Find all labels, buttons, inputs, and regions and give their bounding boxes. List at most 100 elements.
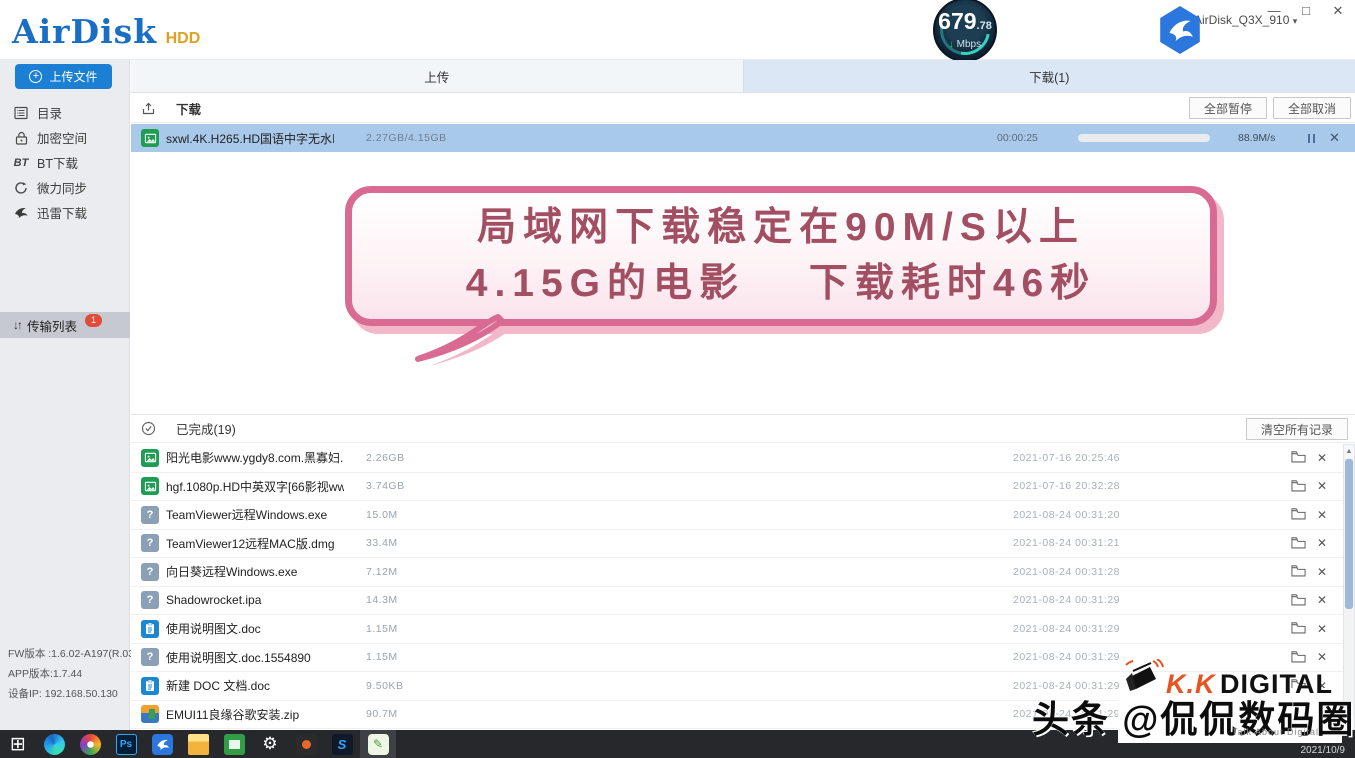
minimize-button[interactable]: — [1265, 2, 1283, 20]
sidebar-item-label: 迅雷下载 [37, 203, 87, 222]
plus-icon: + [29, 70, 42, 83]
cancel-download-icon[interactable]: ✕ [1329, 130, 1340, 146]
open-folder-icon[interactable] [1291, 593, 1306, 611]
completed-row[interactable]: 阳光电影www.ygdy8.com.黑寡妇.2021.... 2.26GB 20… [131, 444, 1355, 473]
sharex-app-icon[interactable]: S [332, 734, 353, 755]
file-explorer-icon[interactable] [188, 734, 209, 755]
taskbar-slot [144, 730, 180, 758]
completed-section-title: 已完成(19) [176, 419, 236, 438]
upload-file-button[interactable]: + 上传文件 [15, 64, 112, 89]
down-arrow-icon: ↓ [949, 39, 954, 50]
taskbar-slot [180, 730, 216, 758]
sidebar-item-4[interactable]: 迅雷下载 [0, 200, 130, 225]
completed-row[interactable]: 使用说明图文.doc 1.15M 2021-08-24 00:31:29 ✕ [131, 615, 1355, 644]
active-download-row[interactable]: sxwl.4K.H265.HD国语中字无水印[66影... 2.27GB/4.1… [131, 124, 1355, 152]
check-circle-icon [141, 421, 156, 436]
scrollbar-thumb[interactable] [1345, 459, 1353, 609]
open-folder-icon[interactable] [1291, 564, 1306, 582]
app-logo: AirDisk HDD [12, 12, 200, 51]
open-folder-icon[interactable] [1291, 507, 1306, 525]
chrome-browser-icon[interactable] [80, 734, 101, 755]
notes-app-icon[interactable]: ✎ [368, 734, 389, 755]
sidebar-item-label: 加密空间 [37, 128, 87, 147]
delete-record-icon[interactable]: ✕ [1317, 593, 1327, 607]
sync-icon [13, 181, 29, 195]
sidebar-item-label: 微力同步 [37, 178, 87, 197]
completed-row[interactable]: ? Shadowrocket.ipa 14.3M 2021-08-24 00:3… [131, 587, 1355, 616]
completed-row[interactable]: ? 向日葵远程Windows.exe 7.12M 2021-08-24 00:3… [131, 558, 1355, 587]
doc-file-icon [141, 620, 159, 638]
file-size: 14.3M [366, 594, 398, 606]
photoshop-icon[interactable]: Ps [116, 734, 137, 755]
video-file-icon [141, 449, 159, 467]
main-panel: 上传 下载(1) 下载 全部暂停 全部取消 sxwl.4K.H265.HD国语中… [131, 60, 1355, 730]
maximize-button[interactable]: □ [1297, 2, 1315, 20]
delete-record-icon[interactable]: ✕ [1317, 536, 1327, 550]
file-name: Shadowrocket.ipa [166, 593, 344, 607]
sidebar-item-label: 传输列表 [27, 316, 77, 335]
open-folder-icon[interactable] [1291, 450, 1306, 468]
file-name: EMUI11良缘谷歌安装.zip [166, 706, 344, 723]
download-section-icon [141, 101, 156, 116]
file-timestamp: 2021-07-16 20:25:46 [1013, 452, 1120, 464]
file-size: 33.4M [366, 537, 398, 549]
start-button[interactable]: ⊞ [8, 734, 29, 755]
open-folder-icon[interactable] [1291, 479, 1306, 497]
close-button[interactable]: ✕ [1329, 2, 1347, 20]
unknown-file-icon: ? [141, 506, 159, 524]
delete-record-icon[interactable]: ✕ [1317, 451, 1327, 465]
sidebar-menu: 目录 加密空间 BT BT下载 微力同步 迅雷下载 [0, 100, 130, 225]
green-app-icon[interactable] [224, 734, 245, 755]
download-section-header: 下载 全部暂停 全部取消 [131, 94, 1355, 123]
sidebar-item-3[interactable]: 微力同步 [0, 175, 130, 200]
completed-section-header: 已完成(19) 清空所有记录 [131, 414, 1355, 443]
scroll-up-icon[interactable]: ▲ [1344, 445, 1354, 458]
cancel-all-button[interactable]: 全部取消 [1273, 97, 1351, 119]
sidebar-item-0[interactable]: 目录 [0, 100, 130, 125]
sidebar-item-2[interactable]: BT BT下载 [0, 150, 130, 175]
file-size: 1.15M [366, 651, 398, 663]
delete-record-icon[interactable]: ✕ [1317, 622, 1327, 636]
directory-icon [13, 106, 29, 120]
tab-upload[interactable]: 上传 [131, 60, 744, 92]
file-size: 90.7M [366, 708, 398, 720]
edge-browser-icon[interactable] [44, 734, 65, 755]
logo-suffix: HDD [166, 30, 201, 47]
download-progress-bar [1078, 134, 1210, 142]
file-name: 向日葵远程Windows.exe [166, 563, 344, 580]
media-app-icon[interactable] [296, 734, 317, 755]
clear-all-records-button[interactable]: 清空所有记录 [1246, 418, 1348, 440]
download-section-title: 下载 [176, 99, 201, 118]
pause-icon[interactable] [1308, 134, 1315, 143]
delete-record-icon[interactable]: ✕ [1317, 508, 1327, 522]
sidebar: + 上传文件 目录 加密空间 BT BT下载 微力同步 迅雷下载 ↓↑ 传输列表… [0, 60, 130, 730]
file-size: 3.74GB [366, 480, 405, 492]
completed-row[interactable]: hgf.1080p.HD中英双字[66影视www.66... 3.74GB 20… [131, 473, 1355, 502]
tab-download[interactable]: 下载(1) [744, 60, 1355, 92]
open-folder-icon[interactable] [1291, 536, 1306, 554]
completed-row[interactable]: ? TeamViewer12远程MAC版.dmg 33.4M 2021-08-2… [131, 530, 1355, 559]
file-timestamp: 2021-08-24 00:31:21 [1013, 537, 1120, 549]
sidebar-item-transfer-list[interactable]: ↓↑ 传输列表 1 [0, 312, 130, 338]
open-folder-icon[interactable] [1291, 621, 1306, 639]
transfer-count-badge: 1 [85, 314, 102, 327]
file-size: 9.50KB [366, 680, 403, 692]
file-timestamp: 2021-08-24 00:31:20 [1013, 509, 1120, 521]
logo-text: AirDisk [12, 12, 157, 51]
file-name: TeamViewer12远程MAC版.dmg [166, 535, 344, 552]
speed-gauge: 679.78 ↓ Mbps [933, 0, 997, 62]
airdisk-app-icon[interactable] [152, 734, 173, 755]
gauge-unit: ↓ Mbps [935, 39, 995, 50]
sidebar-item-1[interactable]: 加密空间 [0, 125, 130, 150]
file-name: TeamViewer远程Windows.exe [166, 506, 344, 523]
taskbar-slot: ⊞ [0, 730, 36, 758]
file-timestamp: 2021-08-24 00:31:28 [1013, 566, 1120, 578]
completed-row[interactable]: ? TeamViewer远程Windows.exe 15.0M 2021-08-… [131, 501, 1355, 530]
video-file-icon [141, 477, 159, 495]
download-speed: 88.9M/s [1238, 132, 1275, 144]
delete-record-icon[interactable]: ✕ [1317, 479, 1327, 493]
settings-icon[interactable]: ⚙ [260, 734, 281, 755]
watermark-subtext: Talk About Digital [1232, 727, 1319, 737]
delete-record-icon[interactable]: ✕ [1317, 565, 1327, 579]
pause-all-button[interactable]: 全部暂停 [1189, 97, 1267, 119]
